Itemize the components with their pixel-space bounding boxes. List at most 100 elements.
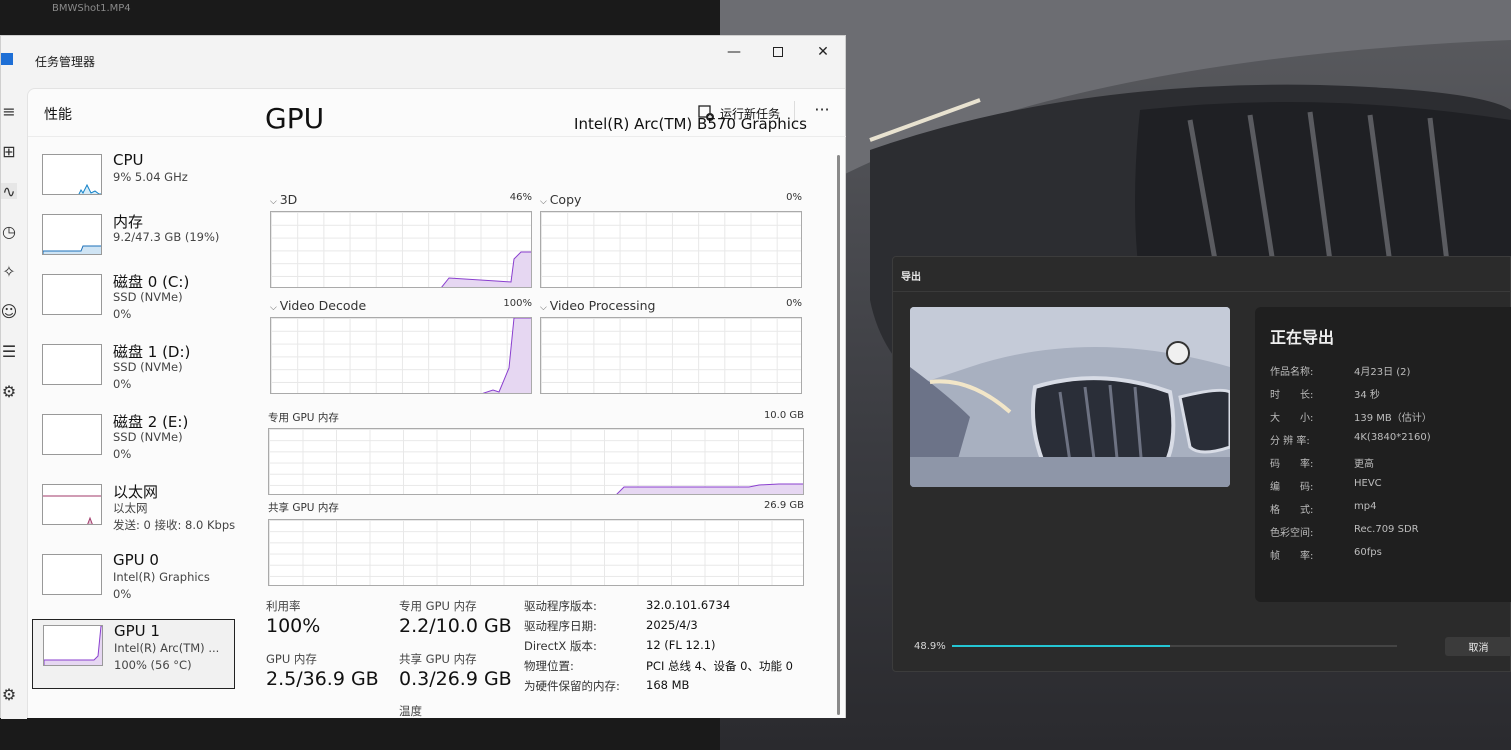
engine-label[interactable]: ⌵ Video Processing [540, 298, 655, 313]
device-thumbnail-graph [42, 554, 102, 595]
device-item-5[interactable]: 以太网 以太网 发送: 0 接收: 8.0 Kbps [32, 479, 235, 549]
engine-name: 3D [279, 192, 298, 207]
utilization-label: 利用率 [266, 599, 301, 613]
dedicated-memory-label: 专用 GPU 内存 [268, 412, 339, 424]
engine-percent: 0% [786, 192, 802, 203]
info-key: 格 式: [1270, 505, 1314, 516]
dedicated-memory-graph [268, 428, 804, 495]
processes-icon[interactable]: ⊞ [1, 142, 17, 161]
engine-graph [270, 211, 532, 288]
device-name: 以太网 [113, 483, 159, 501]
close-button[interactable]: ✕ [800, 38, 846, 66]
nav-rail: ≡ ⊞ ∿ ◷ ✧ ☺ ☰ ⚙ ⚙ [1, 88, 27, 719]
shared-memory-graph [268, 519, 804, 586]
device-detail-1: SSD (NVMe) [113, 290, 183, 304]
engine-percent: 100% [503, 298, 532, 309]
device-item-2[interactable]: 磁盘 0 (C:) SSD (NVMe) 0% [32, 269, 235, 339]
performance-pane: 性能 运行新任务 ··· CPU 9% 5.04 GHz 内存 9.2/47.3 GB… [27, 88, 846, 718]
device-detail-1: Intel(R) Arc(TM) ... [114, 641, 220, 655]
device-list: CPU 9% 5.04 GHz 内存 9.2/47.3 GB (19%) 磁盘 0 (C… [28, 149, 243, 709]
info-key: 作品名称: [1270, 367, 1314, 378]
services-icon[interactable]: ⚙ [1, 382, 17, 401]
dedicated-memory-max: 10.0 GB [763, 410, 804, 421]
close-icon: ✕ [817, 44, 829, 60]
minimize-button[interactable]: — [711, 38, 757, 66]
info-key: 帧 率: [1270, 551, 1314, 562]
maximize-icon [773, 47, 783, 57]
shared-memory-label: 共享 GPU 内存 [268, 502, 339, 514]
engine-graph [540, 211, 802, 288]
device-name: 磁盘 1 (D:) [113, 343, 191, 361]
detail-key: DirectX 版本: [524, 639, 597, 653]
device-name: GPU 1 [114, 622, 160, 640]
engine-label[interactable]: ⌵ 3D [270, 192, 297, 207]
engine-percent: 46% [509, 192, 532, 203]
info-key: 色彩空间: [1270, 528, 1314, 539]
minimize-icon: — [727, 44, 741, 60]
device-detail-2: 0% [113, 377, 132, 391]
exporting-heading: 正在导出 [1270, 328, 1335, 347]
detail-key: 驱动程序版本: [524, 599, 597, 613]
device-detail-1: Intel(R) Graphics [113, 570, 210, 584]
window-title: 任务管理器 [35, 55, 96, 69]
detail-value: 12 (FL 12.1) [646, 638, 716, 652]
settings-icon[interactable]: ⚙ [1, 685, 17, 704]
device-name: CPU [113, 151, 144, 169]
device-item-7[interactable]: GPU 1 Intel(R) Arc(TM) ... 100% (56 °C) [32, 619, 235, 689]
device-item-3[interactable]: 磁盘 1 (D:) SSD (NVMe) 0% [32, 339, 235, 409]
scrollbar[interactable] [837, 155, 840, 715]
detail-value: 32.0.101.6734 [646, 598, 731, 612]
device-detail-1: 9.2/47.3 GB (19%) [113, 230, 220, 244]
device-detail-1: SSD (NVMe) [113, 430, 183, 444]
engine-name: Video Processing [549, 298, 656, 313]
info-value: 4月23日 (2) [1354, 367, 1411, 378]
details-icon[interactable]: ☰ [1, 342, 17, 361]
chevron-down-icon: ⌵ [270, 197, 280, 207]
temperature-label: 温度 [399, 704, 422, 718]
performance-icon[interactable]: ∿ [1, 182, 17, 201]
engine-graph [270, 317, 532, 394]
users-icon[interactable]: ☺ [1, 302, 18, 321]
maximize-button[interactable] [755, 38, 801, 66]
engine-label[interactable]: ⌵ Video Decode [270, 298, 366, 313]
device-detail-1: SSD (NVMe) [113, 360, 183, 374]
device-detail-1: 9% 5.04 GHz [113, 170, 188, 184]
device-thumbnail-graph [42, 484, 102, 525]
app-history-icon[interactable]: ◷ [1, 222, 17, 241]
task-manager-window: 任务管理器 — ✕ ≡ ⊞ ∿ ◷ ✧ ☺ ☰ ⚙ ⚙ 性能 运行新任务 ···… [0, 35, 846, 719]
device-item-4[interactable]: 磁盘 2 (E:) SSD (NVMe) 0% [32, 409, 235, 479]
dedicated-memory-stat-value: 2.2/10.0 GB [399, 615, 512, 637]
shared-memory-stat-label: 共享 GPU 内存 [399, 652, 477, 666]
more-options-button[interactable]: ··· [810, 99, 834, 123]
detail-key: 驱动程序日期: [524, 619, 597, 633]
info-key: 码 率: [1270, 459, 1314, 470]
title-divider [893, 291, 1511, 292]
cancel-export-button[interactable]: 取消 [1445, 637, 1511, 656]
info-value: 4K(3840*2160) [1354, 432, 1431, 443]
shared-memory-max: 26.9 GB [763, 500, 804, 511]
info-value: Rec.709 SDR [1354, 524, 1419, 535]
startup-apps-icon[interactable]: ✧ [1, 262, 17, 281]
device-detail-2: 0% [113, 307, 132, 321]
media-file-name: BMWShot1.MP4 [52, 3, 131, 14]
gpu-model-name: Intel(R) Arc(TM) B570 Graphics [574, 115, 807, 133]
detail-key: 物理位置: [524, 659, 574, 673]
hamburger-menu-icon[interactable]: ≡ [1, 102, 17, 121]
device-detail-2: 100% (56 °C) [114, 658, 192, 672]
device-name: 磁盘 0 (C:) [113, 273, 190, 291]
engine-label[interactable]: ⌵ Copy [540, 192, 581, 207]
engine-name: Copy [549, 192, 582, 207]
chevron-down-icon: ⌵ [270, 303, 280, 313]
progress-percent: 48.9% [914, 641, 946, 652]
info-key: 分 辨 率: [1270, 436, 1310, 447]
device-item-6[interactable]: GPU 0 Intel(R) Graphics 0% [32, 549, 235, 619]
device-thumbnail-graph [42, 154, 102, 195]
detail-value: PCI 总线 4、设备 0、功能 0 [646, 659, 793, 673]
device-name: GPU 0 [113, 551, 159, 569]
info-value: 34 秒 [1354, 390, 1380, 401]
info-value: 139 MB（估计） [1354, 413, 1432, 424]
engine-name: Video Decode [279, 298, 367, 313]
info-value: 60fps [1354, 547, 1382, 558]
gpu-memory-label: GPU 内存 [266, 652, 317, 666]
device-thumbnail-graph [42, 274, 102, 315]
